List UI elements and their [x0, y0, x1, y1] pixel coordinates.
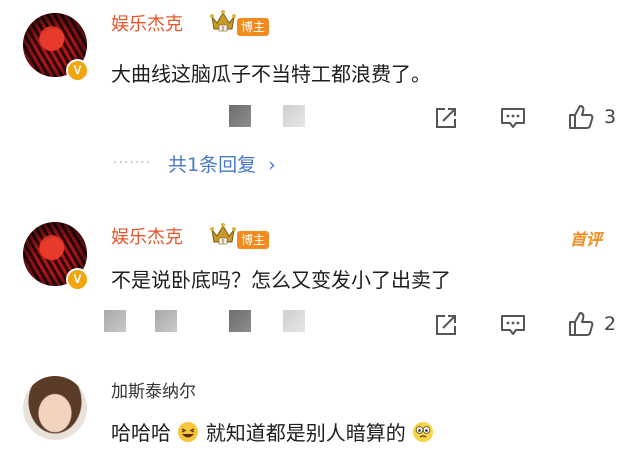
view-replies-link[interactable]: 共1条回复 › — [168, 150, 276, 177]
share-icon[interactable] — [433, 105, 459, 131]
username[interactable]: 娱乐杰克 — [111, 223, 183, 249]
svg-text:II: II — [221, 27, 225, 33]
first-comment-stamp: 首评 — [570, 230, 603, 249]
svg-text:II: II — [221, 240, 225, 246]
verified-badge: V — [66, 268, 89, 291]
like-icon[interactable] — [567, 310, 595, 338]
comment-icon[interactable] — [499, 105, 527, 131]
image-thumbnail[interactable] — [283, 105, 305, 127]
blogger-badge: 博主 — [237, 231, 270, 249]
chevron-right-icon: › — [268, 154, 276, 176]
reply-divider: ······· — [113, 155, 152, 171]
comment-text-part: 就知道都是别人暗算的 — [205, 421, 406, 445]
view-replies-label: 共1条回复 — [168, 154, 257, 176]
grinning-squint-emoji — [178, 422, 199, 442]
username[interactable]: 加斯泰纳尔 — [111, 377, 196, 402]
share-icon[interactable] — [433, 312, 459, 338]
like-count: 2 — [604, 313, 617, 335]
like-count: 3 — [604, 106, 617, 128]
image-thumbnail[interactable] — [104, 310, 126, 332]
comment-icon[interactable] — [499, 312, 527, 338]
blogger-badge: 博主 — [237, 18, 270, 36]
verified-badge: V — [66, 59, 89, 82]
avatar[interactable] — [23, 376, 87, 440]
crown-icon: II — [210, 223, 236, 246]
image-thumbnail[interactable] — [229, 310, 251, 332]
image-thumbnail[interactable] — [283, 310, 305, 332]
comment-text-part: 哈哈哈 — [111, 421, 171, 445]
comment-text: 大曲线这脑瓜子不当特工都浪费了。 — [111, 62, 431, 86]
comment-text: 哈哈哈 就知道都是别人暗算的 — [111, 417, 434, 446]
nervous-eyes-emoji — [413, 422, 434, 442]
comment-text: 不是说卧底吗？怎么又变发小了出卖了 — [111, 268, 451, 292]
crown-icon: II — [210, 10, 236, 33]
username[interactable]: 娱乐杰克 — [111, 10, 183, 36]
image-thumbnail[interactable] — [155, 310, 177, 332]
image-thumbnail[interactable] — [229, 105, 251, 127]
like-icon[interactable] — [567, 103, 595, 131]
